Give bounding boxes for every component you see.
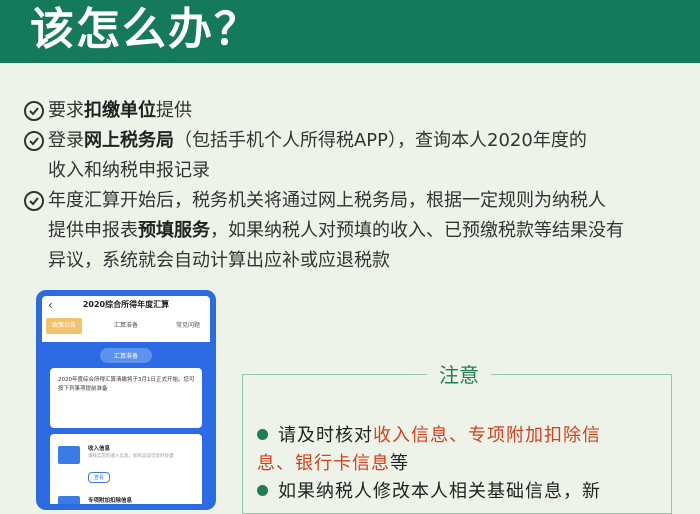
check-circle-icon (24, 131, 44, 151)
item-text: ，如果纳税人对预填的收入、已预缴税款等结果没有 (210, 220, 624, 241)
document-icon (58, 496, 80, 504)
item-text: 登录 (48, 130, 84, 151)
notice-line: 如果纳税人修改本人相关基础信息，新 (257, 479, 601, 505)
document-icon (58, 446, 80, 464)
check-circle-icon (24, 191, 44, 211)
list-item: 年度汇算开始后，税务机关将通过网上税务局，根据一定规则为纳税人 提供申报表预填服… (24, 186, 624, 276)
item-text: 要求 (48, 100, 84, 121)
phone-card-list: 收入信息 请核实您的收入信息，如有异议可及时处理 查看 专项附加扣除信息 (50, 434, 202, 504)
notice-line: 请及时核对收入信息、专项附加扣除信 (257, 423, 601, 449)
page-title: 该怎么办？ (30, 4, 260, 55)
header-banner: 该怎么办？ (0, 0, 700, 63)
item-text: 异议，系统就会自动计算出应补或应退税款 (48, 250, 390, 271)
item-bold: 预填服务 (138, 220, 210, 241)
phone-card: 2020年度综合所得汇算清缴将于3月1日正式开始。您可按下列事项提前准备 (50, 368, 202, 428)
notice-box: 注意 请及时核对收入信息、专项附加扣除信 息、银行卡信息等 如果纳税人修改本人相… (242, 361, 672, 514)
item-text: 收入和纳税申报记录 (48, 160, 210, 181)
item-text: 年度汇算开始后，税务机关将通过网上税务局，根据一定规则为纳税人 (48, 190, 606, 211)
list-item: 要求扣缴单位提供 (24, 96, 192, 126)
list-item: 登录网上税务局（包括手机个人所得税APP），查询本人2020年度的 收入和纳税申… (24, 126, 587, 186)
tab-prepare[interactable]: 汇算准备 (108, 318, 144, 334)
phone-title: 2020综合所得年度汇算 (82, 300, 170, 309)
phone-pill: 汇算准备 (99, 348, 153, 363)
item-text: 提供 (156, 100, 192, 121)
bullet-dot-icon (257, 429, 268, 440)
view-button[interactable]: 查看 (88, 472, 111, 483)
phone-mockup: ‹ 2020综合所得年度汇算 政策公告 汇算准备 常见问题 汇算准备 2020年… (36, 290, 216, 510)
notice-line: 息、银行卡信息等 (257, 453, 409, 474)
item-bold: 扣缴单位 (84, 100, 156, 121)
item-text: （包括手机个人所得税APP），查询本人2020年度的 (174, 130, 587, 151)
item-text: 提供申报表 (48, 220, 138, 241)
phone-item-title: 专项附加扣除信息 (88, 498, 133, 504)
tab-faq[interactable]: 常见问题 (170, 318, 206, 334)
bullet-dot-icon (257, 485, 268, 496)
notice-title: 注意 (427, 361, 491, 389)
phone-item-desc: 请核实您的收入信息，如有异议可及时处理 (88, 454, 174, 459)
tab-policy[interactable]: 政策公告 (46, 318, 83, 334)
phone-card-text: 2020年度综合所得汇算清缴将于3月1日正式开始。您可按下列事项提前准备 (58, 377, 195, 392)
item-bold: 网上税务局 (84, 130, 174, 151)
phone-body: 汇算准备 2020年度综合所得汇算清缴将于3月1日正式开始。您可按下列事项提前准… (42, 342, 210, 504)
phone-header: ‹ 2020综合所得年度汇算 政策公告 汇算准备 常见问题 (42, 296, 210, 342)
phone-item-title: 收入信息 (88, 446, 111, 452)
check-circle-icon (24, 101, 44, 121)
phone-tabs: 政策公告 汇算准备 常见问题 (46, 318, 206, 334)
